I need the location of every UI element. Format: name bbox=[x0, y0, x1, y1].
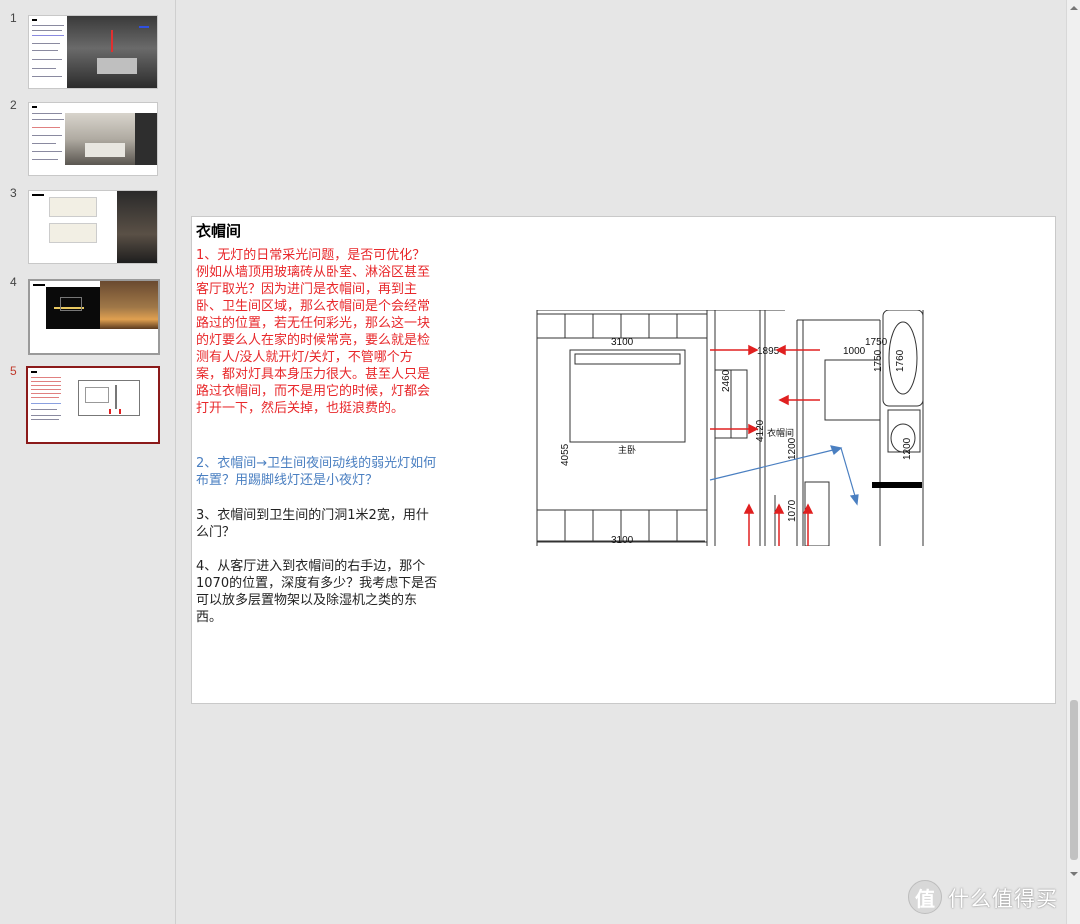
thumbnail-row-4[interactable]: 4 bbox=[0, 275, 175, 363]
thumbnail-row-5[interactable]: 5 bbox=[0, 364, 175, 452]
question-4-text[interactable]: 4、从客厅进入到衣帽间的右手边，那个1070的位置，深度有多少？我考虑下是否可以… bbox=[196, 558, 438, 626]
bedroom-photo-thumbnail bbox=[67, 16, 157, 88]
dim-bottom-width: 3100 bbox=[611, 535, 634, 546]
thumbnail-number: 3 bbox=[10, 186, 17, 200]
scrollbar-thumb[interactable] bbox=[1070, 700, 1078, 860]
dim-bath-d: 1200 bbox=[902, 437, 913, 460]
vertical-scrollbar[interactable] bbox=[1066, 0, 1080, 924]
question-1-text[interactable]: 1、无灯的日常采光问题，是否可优化？例如从墙顶用玻璃砖从卧室、淋浴区甚至客厅取光… bbox=[196, 247, 438, 417]
thumbnail-row-2[interactable]: 2 bbox=[0, 98, 175, 186]
slide-thumbnail-pane: 1 2 3 4 5 bbox=[0, 0, 176, 924]
dim-closet-opening: 1200 bbox=[787, 437, 798, 460]
dim-top-width: 3100 bbox=[611, 337, 634, 348]
dim-closet-depth: 2460 bbox=[721, 369, 732, 392]
scroll-up-button[interactable] bbox=[1067, 0, 1080, 14]
thumbnail-number: 1 bbox=[10, 11, 17, 25]
watermark-glyph: 值 bbox=[915, 887, 935, 911]
thumbnail-number: 5 bbox=[10, 364, 17, 378]
bedroom-photo-thumbnail bbox=[65, 113, 157, 165]
lighting-render-thumbnail bbox=[46, 287, 100, 329]
chevron-up-icon bbox=[1070, 6, 1078, 10]
watermark-logo-icon: 值 bbox=[908, 880, 942, 914]
site-watermark: 值 什么值得买 bbox=[908, 878, 1078, 918]
dim-door-width: 1895 bbox=[757, 346, 780, 357]
dim-left-height: 4055 bbox=[560, 443, 571, 466]
thumbnail-number: 4 bbox=[10, 275, 17, 289]
bedroom-photo-thumbnail bbox=[117, 191, 157, 263]
thumbnail-row-1[interactable]: 1 bbox=[0, 11, 175, 99]
slide-thumbnail-1[interactable] bbox=[28, 15, 158, 89]
slide-title[interactable]: 衣帽间 bbox=[196, 220, 241, 241]
bedroom-photo-thumbnail bbox=[100, 281, 158, 329]
floorplan-thumbnail bbox=[78, 380, 140, 416]
dim-bath-b: 1750 bbox=[873, 349, 884, 372]
slide-thumbnail-4[interactable] bbox=[28, 279, 160, 355]
question-2-text[interactable]: 2、衣帽间→卫生间夜间动线的弱光灯如何布置？用踢脚线灯还是小夜灯？ bbox=[196, 455, 438, 489]
watermark-text: 什么值得买 bbox=[948, 887, 1058, 911]
current-slide[interactable]: 衣帽间 1、无灯的日常采光问题，是否可优化？例如从墙顶用玻璃砖从卧室、淋浴区甚至… bbox=[191, 216, 1056, 704]
slide-thumbnail-5[interactable] bbox=[26, 366, 160, 444]
thumbnail-number: 2 bbox=[10, 98, 17, 112]
thumbnail-row-3[interactable]: 3 bbox=[0, 186, 175, 274]
slide-thumbnail-3[interactable] bbox=[28, 190, 158, 264]
question-3-text[interactable]: 3、衣帽间到卫生间的门洞1米2宽，用什么门？ bbox=[196, 507, 438, 541]
dim-bath-c: 1760 bbox=[895, 349, 906, 372]
bedroom-label: 主卧 bbox=[618, 444, 636, 455]
closet-label: 衣帽间 bbox=[767, 427, 794, 438]
floorplan-image[interactable]: 3100 3100 4055 2460 4120 1895 1000 1750 … bbox=[535, 310, 930, 546]
slide-thumbnail-2[interactable] bbox=[28, 102, 158, 176]
dim-bath-a: 1750 bbox=[865, 337, 888, 348]
dim-bath-width: 1000 bbox=[843, 346, 866, 357]
dim-corridor: 4120 bbox=[755, 419, 766, 442]
dim-side-depth: 1070 bbox=[787, 499, 798, 522]
